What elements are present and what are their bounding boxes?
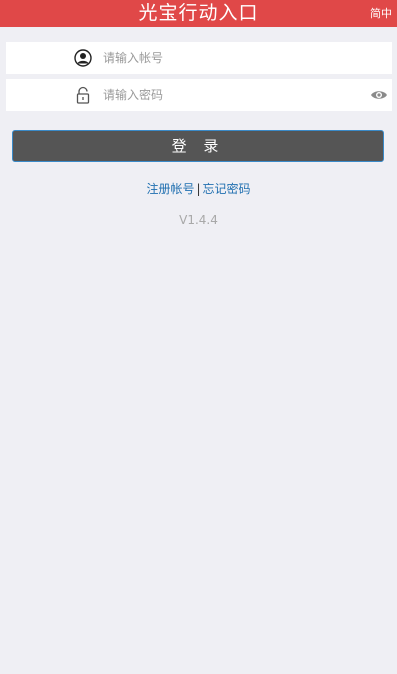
link-separator: | (196, 182, 201, 196)
login-button[interactable]: 登 录 (12, 130, 384, 162)
version-label: V1.4.4 (179, 213, 218, 227)
password-input[interactable] (103, 79, 363, 111)
username-field-row (6, 42, 392, 74)
header-bar: 光宝行动入口 简中 (0, 0, 397, 27)
forgot-password-link[interactable]: 忘记密码 (203, 182, 251, 196)
eye-icon[interactable] (370, 87, 388, 103)
password-field-row (6, 79, 392, 111)
username-input[interactable] (103, 42, 363, 74)
language-switch[interactable]: 简中 (370, 0, 392, 27)
register-link[interactable]: 注册帐号 (146, 182, 194, 196)
user-icon (74, 49, 92, 67)
account-links: 注册帐号 | 忘记密码 (0, 180, 397, 197)
lock-icon (76, 86, 90, 104)
page-title: 光宝行动入口 (138, 2, 259, 24)
